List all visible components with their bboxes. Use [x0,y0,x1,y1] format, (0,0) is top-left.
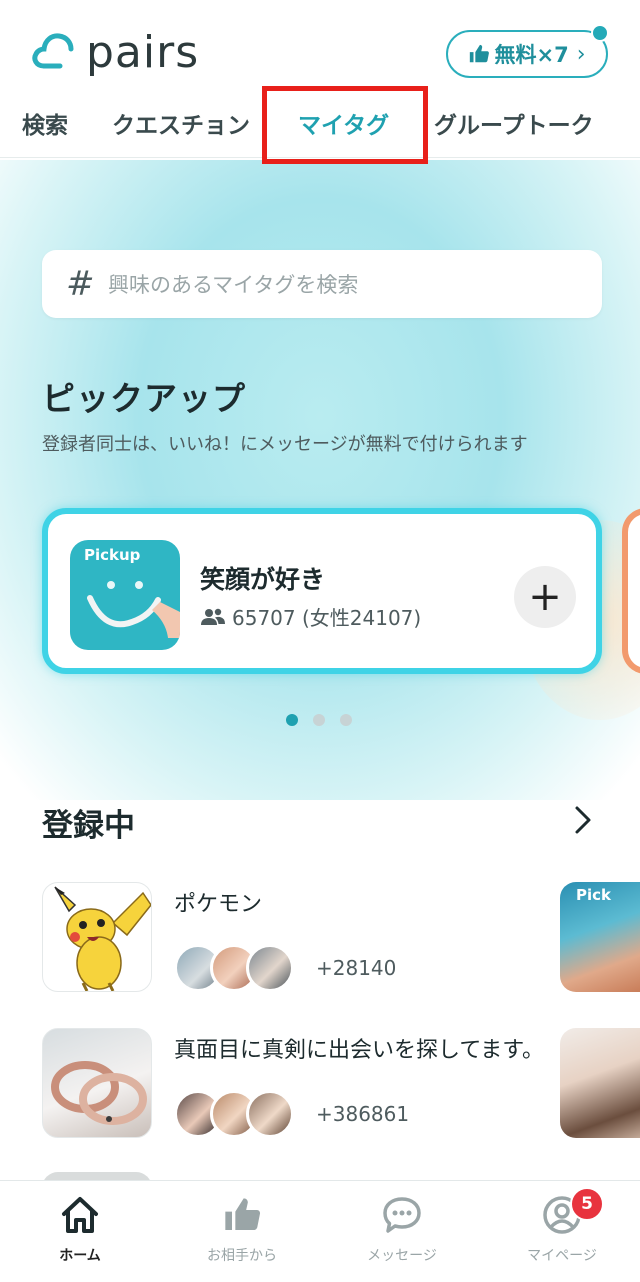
search-placeholder: 興味のあるマイタグを検索 [108,273,359,297]
app-logo: pairs [30,26,199,78]
pager-dot[interactable] [340,714,352,726]
tabbar-home-label: ホーム [59,1248,101,1264]
tabbar-likes[interactable]: お相手から [172,1193,312,1265]
notification-dot [591,24,609,42]
tabbar-messages-label: メッセージ [367,1248,437,1264]
rings-thumbnail [42,1028,152,1138]
rings-image [51,1061,147,1125]
pickup-tag-name: 笑顔が好き [200,565,326,594]
pickup-badge: Pickup [84,546,141,564]
side-pickup-thumbnail[interactable]: Pick [560,882,640,992]
registered-more-button[interactable] [568,802,598,838]
tabbar-messages[interactable]: メッセージ [332,1193,472,1265]
mypage-badge: 5 [570,1187,604,1221]
pager-dot[interactable] [286,714,298,726]
tab-question[interactable]: クエスチョン [112,106,250,140]
tabbar-mypage[interactable]: マイページ 5 [492,1187,632,1265]
app: pairs 無料×7 › 検索 クエスチョン マイタグ グループトーク # 興味… [0,0,640,1282]
tabbar-likes-label: お相手から [207,1248,277,1264]
side-pickup-thumbnail[interactable] [560,1028,640,1138]
pickup-count-text: 65707 (女性24107) [232,606,422,630]
thumbs-up-icon [225,1198,261,1230]
chat-bubble-icon [383,1197,421,1233]
pickup-pager [286,714,367,726]
thumbs-up-icon [470,44,490,63]
side-pickup-badge: Pick [576,886,612,904]
registered-item-pokemon[interactable]: ポケモン +28140 [42,882,640,992]
plus-icon: + [528,574,562,620]
registered-item-name: ポケモン [174,892,263,917]
registered-title: 登録中 [42,808,135,844]
chevron-right-icon [575,806,591,834]
registered-item-name: 真面目に真剣に出会いを探してます。 [174,1038,545,1063]
registered-item-count: +386861 [316,1102,410,1126]
pickup-member-count: 65707 (女性24107) [200,602,421,631]
logo-text: pairs [86,26,200,78]
pickup-subtitle: 登録者同士は、いいね！にメッセージが無料で付けられます [42,434,528,455]
hash-icon: # [66,264,95,304]
avatar [246,944,294,992]
add-tag-button[interactable]: + [514,566,576,628]
tab-search[interactable]: 検索 [22,106,68,140]
tabbar-mypage-label: マイページ [527,1248,597,1264]
pikachu-image [54,886,151,991]
mytag-highlight-box [262,86,428,164]
chevron-right-icon: › [576,41,586,67]
member-avatars [174,944,294,992]
home-icon [62,1197,98,1233]
pickup-card-next[interactable] [622,508,640,674]
tab-group-talk[interactable]: グループトーク [434,106,594,140]
avatar [246,1090,294,1138]
tabbar-home[interactable]: ホーム [10,1193,150,1265]
pickup-tag-image: Pickup [70,540,180,650]
registered-item-serious[interactable]: 真面目に真剣に出会いを探してます。 +386861 [42,1028,640,1138]
free-likes-label: 無料×7 [494,43,569,67]
pager-dot[interactable] [313,714,325,726]
pickup-card[interactable]: Pickup 笑顔が好き 65707 (女性24107) + [42,508,602,674]
pikachu-thumbnail [42,882,152,992]
member-avatars [174,1090,294,1138]
tag-search-input[interactable]: # 興味のあるマイタグを検索 [42,250,602,318]
pickup-title: ピックアップ [42,379,246,418]
people-icon [201,608,225,625]
free-likes-button[interactable]: 無料×7 › [446,30,608,78]
bottom-tab-bar: ホーム お相手から メッセージ マイページ 5 [0,1180,640,1282]
registered-item-count: +28140 [316,956,397,980]
cloud-logo-icon [32,33,74,69]
